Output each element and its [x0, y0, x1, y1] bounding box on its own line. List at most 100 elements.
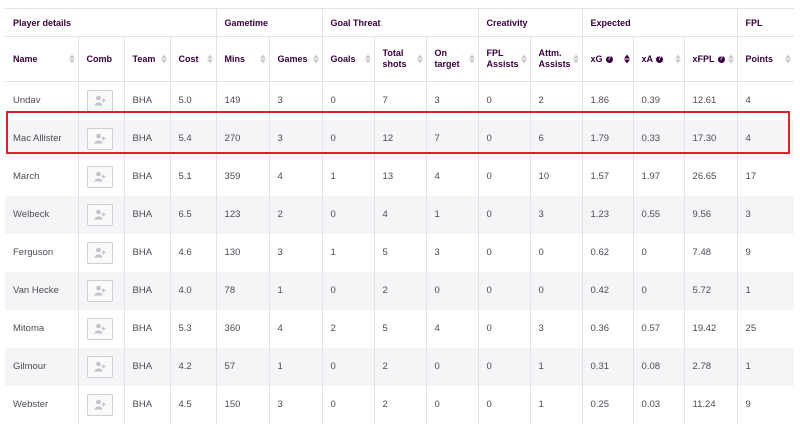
column-header-on-target[interactable]: On target [426, 36, 479, 82]
cell-name: Webster [5, 385, 79, 424]
sort-arrows-icon[interactable] [572, 54, 579, 64]
cell-name: Mac Allister [5, 119, 79, 158]
cell-attm-assists: 1 [530, 347, 583, 386]
cell-attm-assists: 0 [530, 271, 583, 310]
column-header-xfpl[interactable]: xFPL? [684, 36, 738, 82]
cell-team: BHA [124, 119, 171, 158]
sort-arrows-icon[interactable] [206, 54, 213, 64]
sort-arrows-icon[interactable] [160, 54, 167, 64]
column-header-goals[interactable]: Goals [322, 36, 375, 82]
cell-attm-assists: 2 [530, 81, 583, 120]
add-to-comb-button[interactable] [86, 393, 113, 416]
column-header-team[interactable]: Team [124, 36, 171, 82]
cell-attm-assists: 3 [530, 195, 583, 234]
add-to-comb-button[interactable] [86, 355, 113, 378]
table-row[interactable]: Van Hecke BHA 4.0 78 1 0 2 0 0 0 0.42 0 5.72 1 [5, 271, 795, 310]
cell-xa: 1.97 [633, 157, 685, 196]
column-label: Comb [86, 53, 113, 64]
column-label: Team [132, 53, 156, 64]
table-body: Undav BHA 5.0 149 3 0 7 3 0 2 1.86 0.39 12.61 4 Mac Al… [5, 81, 795, 424]
cell-shots: 2 [374, 347, 427, 386]
cell-team: BHA [124, 271, 171, 310]
sort-arrows-icon[interactable] [785, 54, 792, 64]
add-user-icon [94, 209, 106, 219]
cell-xa: 0 [633, 233, 685, 272]
cell-fpl-assists: 0 [478, 233, 531, 272]
sort-arrows-icon[interactable] [727, 54, 734, 64]
table-row[interactable]: Mitoma BHA 5.3 360 4 2 5 4 0 3 0.36 0.57 19.42 25 [5, 309, 794, 348]
sort-arrows-icon[interactable] [312, 54, 319, 64]
cell-mins: 360 [216, 309, 270, 348]
cell-mins: 130 [216, 233, 270, 272]
cell-team: BHA [124, 347, 171, 386]
add-to-comb-button[interactable] [86, 241, 113, 264]
add-to-comb-button[interactable] [86, 317, 113, 340]
cell-games: 3 [269, 119, 323, 158]
column-header-cost[interactable]: Cost [170, 36, 217, 82]
cell-xa: 0.33 [633, 119, 685, 158]
table-row[interactable]: Gilmour BHA 4.2 57 1 0 2 0 0 1 0.31 0.08 2.78 1 [5, 347, 795, 386]
table-row[interactable]: Ferguson BHA 4.6 130 3 1 5 3 0 0 0.62 0 7.48 9 [5, 233, 794, 272]
table-row[interactable]: Undav BHA 5.0 149 3 0 7 3 0 2 1.86 0.39 12.61 4 [5, 81, 794, 120]
add-to-comb-button[interactable] [86, 279, 113, 302]
add-to-comb-button[interactable] [86, 127, 113, 150]
column-label: Points [745, 53, 774, 64]
info-icon[interactable]: ? [605, 55, 613, 63]
table-row[interactable]: Webster BHA 4.5 150 3 0 2 0 0 1 0.25 0.03 11.24 9 [5, 385, 794, 424]
column-header-games[interactable]: Games [269, 36, 323, 82]
cell-fpl-assists: 0 [478, 119, 531, 158]
column-header-points[interactable]: Points [737, 36, 795, 82]
comb-cell [78, 233, 125, 272]
add-to-comb-button[interactable] [86, 203, 113, 226]
column-header-xa[interactable]: xA? [633, 36, 685, 82]
sort-arrows-icon[interactable] [520, 54, 527, 64]
sort-arrows-icon[interactable] [364, 54, 371, 64]
column-group-creativity: Creativity [478, 8, 583, 37]
column-header-attm-assists[interactable]: Attm. Assists [530, 36, 583, 82]
cell-fpl-assists: 0 [478, 347, 531, 386]
column-header-name[interactable]: Name [5, 36, 79, 82]
cell-points: 9 [745, 247, 751, 258]
cell-shots: 13 [374, 157, 427, 196]
cell-shots: 12 [374, 119, 427, 158]
table-row[interactable]: March BHA 5.1 359 4 1 13 4 0 10 1.57 1.97 26.65 17 [5, 157, 794, 196]
cell-games: 4 [269, 157, 323, 196]
add-to-comb-button[interactable] [86, 89, 113, 112]
info-icon[interactable]: ? [656, 55, 664, 63]
cell-goals: 0 [322, 119, 375, 158]
sort-arrows-icon[interactable] [416, 54, 423, 64]
table-row[interactable]: Welbeck BHA 6.5 123 2 0 4 1 0 3 1.23 0.55 9.56 3 [5, 195, 795, 234]
sort-arrows-icon[interactable] [623, 54, 630, 64]
cell-name: Welbeck [5, 195, 79, 234]
sort-arrows-icon[interactable] [674, 54, 681, 64]
cell-games: 3 [269, 81, 323, 120]
add-user-icon [94, 285, 106, 295]
sort-arrows-icon[interactable] [259, 54, 266, 64]
cell-xfpl: 9.56 [684, 195, 738, 234]
column-group-expected: Expected [582, 8, 738, 37]
column-header-xg[interactable]: xG? [582, 36, 634, 82]
cell-name: Van Hecke [5, 271, 79, 310]
add-to-comb-button[interactable] [86, 165, 113, 188]
column-header-comb: Comb [78, 36, 125, 82]
cell-xa: 0.03 [633, 385, 685, 424]
cell-on-target: 3 [426, 81, 479, 120]
cell-points: 25 [745, 323, 757, 334]
info-icon[interactable]: ? [717, 55, 725, 63]
column-label: xG [590, 53, 603, 64]
cell-xg: 1.57 [582, 157, 634, 196]
cell-points: 1 [745, 285, 751, 296]
column-header-shots[interactable]: Total shots [374, 36, 427, 82]
cell-mins: 123 [216, 195, 270, 234]
table-row[interactable]: Mac Allister BHA 5.4 270 3 0 12 7 0 6 1.79 0.33 17.3… [5, 119, 795, 158]
cell-mins: 57 [216, 347, 270, 386]
cell-xa: 0.39 [633, 81, 685, 120]
cell-fpl-assists: 0 [478, 81, 531, 120]
cell-xg: 1.23 [582, 195, 634, 234]
column-header-fpl-assists[interactable]: FPL Assists [478, 36, 531, 82]
sort-arrows-icon[interactable] [468, 54, 475, 64]
column-header-row: Name Comb Team Cost Mins Games Goals Total shot… [5, 36, 795, 82]
column-header-mins[interactable]: Mins [216, 36, 270, 82]
sort-arrows-icon[interactable] [68, 54, 75, 64]
column-label: On target [434, 48, 460, 69]
